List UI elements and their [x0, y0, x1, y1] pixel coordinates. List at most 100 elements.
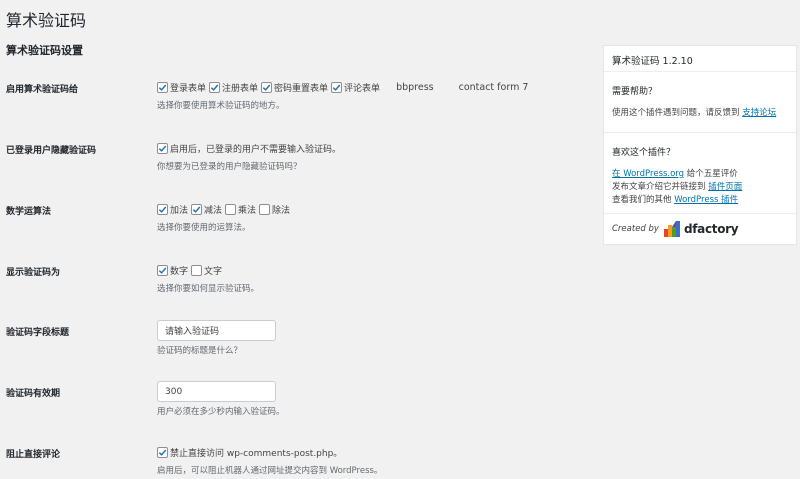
operation-option[interactable]: 除法: [259, 203, 290, 216]
checkbox[interactable]: [331, 81, 343, 93]
wordpress-org-link[interactable]: 在 WordPress.org: [612, 169, 684, 179]
setting-field: 登录表单 注册表单 密码重置表单 评论表单 bbpress contact form 7 …: [157, 80, 540, 111]
checkbox-label: 登录表单: [170, 83, 207, 94]
display-mode-option[interactable]: 文字: [191, 264, 222, 277]
checkbox-label: contact form 7: [458, 81, 529, 93]
checkmark-icon: [158, 84, 167, 91]
like-line-2-text: 发布文章介绍它并链接到: [612, 182, 709, 192]
like-section: 喜欢这个插件？ 在 WordPress.org 给个五星评价 发布文章介绍它并链…: [604, 145, 796, 207]
like-line-2: 发布文章介绍它并链接到 插件页面: [612, 181, 788, 194]
support-forum-link[interactable]: 支持论坛: [742, 108, 776, 118]
enable-form-option[interactable]: contact form 7: [446, 82, 529, 93]
like-line-3: 查看我们的其他 WordPress 插件: [612, 194, 788, 207]
setting-field: 300 用户必须在多少秒内输入验证码。: [157, 381, 285, 417]
operation-option[interactable]: 乘法: [225, 203, 256, 216]
sidebar-footer: Created by dfactory: [604, 213, 796, 244]
checkbox-label: 加法: [170, 205, 189, 216]
setting-label: 显示验证码为: [6, 268, 61, 278]
captcha-title-input[interactable]: 请输入验证码: [157, 320, 276, 341]
plugin-version-title: 算术验证码 1.2.10: [604, 46, 796, 72]
help-heading: 需要帮助？: [612, 87, 658, 97]
checkbox[interactable]: [191, 203, 203, 215]
other-plugins-link[interactable]: WordPress 插件: [674, 195, 738, 205]
checkbox-label: 乘法: [238, 205, 257, 216]
checkmark-icon: [262, 84, 271, 91]
setting-description: 选择你要使用算术验证码的地方。: [157, 101, 285, 111]
enable-form-option[interactable]: 评论表单: [331, 81, 380, 94]
expiry-input[interactable]: 300: [157, 381, 276, 402]
operation-option[interactable]: 加法: [157, 203, 188, 216]
checkbox-label: 减法: [204, 205, 223, 216]
checkmark-icon: [158, 145, 167, 152]
checkbox-label: 评论表单: [344, 83, 381, 94]
checkmark-icon: [210, 84, 219, 91]
checkbox[interactable]: [191, 264, 203, 276]
setting-description: 用户必须在多少秒内输入验证码。: [157, 407, 285, 417]
checkbox-label: 数字: [170, 266, 189, 277]
divider: [604, 132, 796, 133]
checkbox-label: 启用后，已登录的用户不需要输入验证码。: [170, 144, 342, 155]
checkbox-label: 除法: [272, 205, 291, 216]
setting-description: 选择你要使用的运算法。: [157, 223, 251, 233]
created-by-text: Created by: [612, 224, 659, 234]
setting-label: 阻止直接评论: [6, 450, 61, 460]
setting-field: 加法 减法 乘法 除法 选择你要使用的运算法。: [157, 202, 293, 233]
checkbox[interactable]: [259, 203, 271, 215]
section-title: 算术验证码设置: [6, 44, 83, 57]
help-text: 使用这个插件遇到问题，请反馈到 支持论坛: [612, 107, 788, 120]
setting-field: 禁止直接访问 wp-comments-post.php。 启用后，可以阻止机器人…: [157, 445, 382, 476]
checkbox-label: bbpress: [396, 81, 434, 93]
checkmark-icon: [158, 449, 167, 456]
checkbox-group: 登录表单 注册表单 密码重置表单 评论表单 bbpress contact form 7: [157, 80, 540, 94]
setting-field: 启用后，已登录的用户不需要输入验证码。 你想要为已登录的用户隐藏验证码吗？: [157, 141, 344, 172]
like-line-1: 在 WordPress.org 给个五星评价: [612, 168, 788, 181]
setting-label: 启用算术验证码给: [6, 85, 79, 95]
checkbox[interactable]: [157, 446, 168, 458]
help-section: 需要帮助？ 使用这个插件遇到问题，请反馈到 支持论坛: [604, 84, 796, 120]
setting-label: 验证码字段标题: [6, 328, 70, 338]
setting-label: 数学运算法: [6, 207, 52, 217]
enable-form-option[interactable]: 注册表单: [209, 81, 258, 94]
dfactory-brand[interactable]: dfactory: [684, 222, 739, 236]
checkbox[interactable]: [209, 81, 221, 93]
block-direct-checkbox-option[interactable]: 禁止直接访问 wp-comments-post.php。: [157, 446, 342, 459]
checkmark-icon: [158, 267, 167, 274]
checkmark-icon: [158, 206, 167, 213]
dfactory-logo-icon[interactable]: [663, 221, 682, 237]
operation-option[interactable]: 减法: [191, 203, 222, 216]
checkmark-icon: [192, 206, 201, 213]
checkbox-label: 文字: [204, 266, 223, 277]
checkbox-label: 密码重置表单: [274, 83, 329, 94]
checkbox-group: 数字 文字: [157, 263, 259, 277]
like-heading: 喜欢这个插件？: [612, 148, 676, 158]
checkmark-icon: [332, 84, 341, 91]
setting-description: 选择你要如何显示验证码。: [157, 284, 260, 294]
page-title: 算术验证码: [6, 11, 87, 30]
like-line-1-text: 给个五星评价: [684, 169, 738, 179]
setting-label: 验证码有效期: [6, 389, 61, 399]
hide-logged-checkbox-option[interactable]: 启用后，已登录的用户不需要输入验证码。: [157, 142, 341, 155]
setting-field: 数字 文字 选择你要如何显示验证码。: [157, 263, 259, 294]
like-line-3-text: 查看我们的其他: [612, 195, 675, 205]
setting-label: 已登录用户隐藏验证码: [6, 146, 97, 156]
enable-form-option[interactable]: bbpress: [383, 82, 434, 93]
checkbox[interactable]: [261, 81, 273, 93]
checkbox[interactable]: [225, 203, 237, 215]
checkbox-group: 加法 减法 乘法 除法: [157, 202, 293, 216]
setting-field: 请输入验证码 验证码的标题是什么？: [157, 320, 276, 356]
setting-description: 你想要为已登录的用户隐藏验证码吗？: [157, 162, 302, 172]
checkbox[interactable]: [157, 142, 168, 154]
setting-description: 验证码的标题是什么？: [157, 346, 243, 356]
plugin-info-box: 算术验证码 1.2.10 需要帮助？ 使用这个插件遇到问题，请反馈到 支持论坛 …: [603, 45, 797, 245]
checkbox[interactable]: [157, 203, 168, 215]
setting-description: 启用后，可以阻止机器人通过网址提交内容到 WordPress。: [157, 466, 383, 476]
checkbox[interactable]: [157, 264, 168, 276]
plugin-page-link[interactable]: 插件页面: [708, 182, 742, 192]
checkbox-label: 注册表单: [222, 83, 259, 94]
enable-form-option[interactable]: 密码重置表单: [261, 81, 328, 94]
enable-form-option[interactable]: 登录表单: [157, 81, 206, 94]
checkbox-label: 禁止直接访问 wp-comments-post.php。: [170, 448, 343, 459]
checkbox[interactable]: [157, 81, 168, 93]
help-text-body: 使用这个插件遇到问题，请反馈到: [612, 108, 740, 118]
display-mode-option[interactable]: 数字: [157, 264, 188, 277]
